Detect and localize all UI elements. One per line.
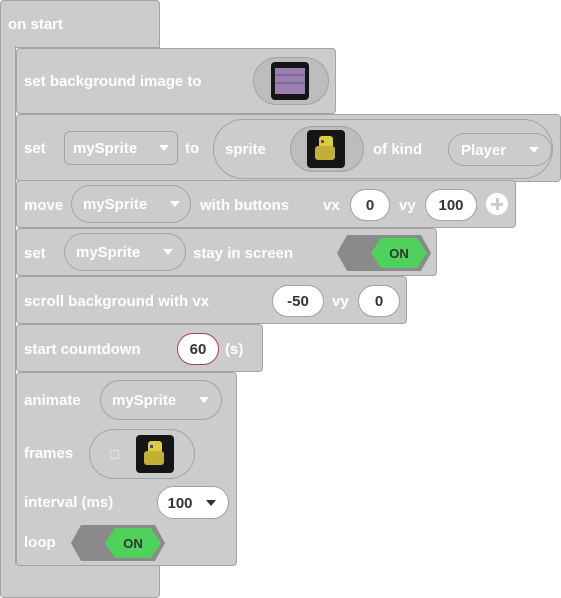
toggle-label: ON <box>389 246 409 261</box>
frames-picker[interactable] <box>89 429 195 479</box>
set-label: set <box>24 245 46 262</box>
chevron-down-icon <box>170 201 180 207</box>
start-countdown-label: start countdown <box>24 341 141 358</box>
stay-in-screen-toggle[interactable]: ON <box>337 235 431 271</box>
kind-dropdown-label: Player <box>461 142 507 159</box>
frames-label: frames <box>24 445 74 462</box>
vx-input[interactable]: 0 <box>350 189 390 221</box>
variable-dropdown[interactable]: mySprite <box>71 185 191 223</box>
move-block[interactable]: move mySprite with buttons vx 0 vy 100 <box>16 180 516 228</box>
chevron-down-icon <box>206 500 216 506</box>
chevron-down-icon <box>529 147 539 153</box>
countdown-input[interactable]: 60 <box>177 333 219 365</box>
interval-label: interval (ms) <box>24 494 114 511</box>
countdown-value: 60 <box>189 341 207 358</box>
sprite-of-kind-block[interactable]: sprite of kind Player <box>213 119 553 179</box>
seconds-unit-label: (s) <box>225 341 244 358</box>
loop-toggle[interactable]: ON <box>71 525 165 561</box>
scroll-background-label: scroll background with vx <box>24 293 210 310</box>
vy-input[interactable]: 100 <box>425 189 477 221</box>
scroll-background-block[interactable]: scroll background with vx -50 vy 0 <box>16 276 407 324</box>
interval-dropdown[interactable]: 100 <box>157 486 229 519</box>
player-sprite-thumbnail <box>307 130 345 168</box>
variable-dropdown[interactable]: mySprite <box>64 233 186 271</box>
with-buttons-label: with buttons <box>200 197 290 214</box>
variable-dropdown-label: mySprite <box>76 244 141 261</box>
to-label: to <box>185 140 200 157</box>
small-square-icon[interactable] <box>110 450 119 459</box>
start-countdown-block[interactable]: start countdown 60 (s) <box>16 324 263 372</box>
on-start-footer <box>0 564 160 598</box>
sprite-image-picker[interactable] <box>290 126 364 172</box>
animate-block[interactable]: animate mySprite frames interval (ms) 10… <box>16 372 237 566</box>
vy-label: vy <box>332 293 349 310</box>
plus-circle-icon[interactable] <box>486 193 508 215</box>
stay-in-screen-block[interactable]: set mySprite stay in screen ON <box>16 228 437 276</box>
chevron-down-icon <box>199 397 209 403</box>
set-sprite-block[interactable]: set mySprite to sprite of kind Player <box>16 114 561 182</box>
vx-label: vx <box>323 197 340 214</box>
variable-dropdown-label: mySprite <box>83 196 148 213</box>
variable-dropdown-label: mySprite <box>112 392 177 409</box>
vy-input[interactable]: 0 <box>358 285 400 317</box>
on-start-body <box>0 46 16 566</box>
loop-label: loop <box>24 534 56 551</box>
variable-dropdown[interactable]: mySprite <box>64 131 178 165</box>
set-label: set <box>24 140 46 157</box>
variable-dropdown-label: mySprite <box>73 140 138 157</box>
vy-label: vy <box>399 197 416 214</box>
vx-value: -50 <box>287 293 309 310</box>
interval-value: 100 <box>167 495 193 512</box>
background-image-thumbnail <box>271 62 309 100</box>
background-image-picker[interactable] <box>253 57 329 105</box>
vx-input[interactable]: -50 <box>272 285 324 317</box>
toggle-label: ON <box>123 536 143 551</box>
sprite-label: sprite <box>225 141 266 158</box>
set-background-label: set background image to <box>24 73 202 90</box>
stay-in-screen-label: stay in screen <box>193 245 294 262</box>
kind-dropdown[interactable]: Player <box>448 133 552 166</box>
player-frame-thumbnail <box>136 435 174 473</box>
on-start-label: on start <box>8 16 64 33</box>
variable-dropdown[interactable]: mySprite <box>100 380 222 420</box>
chevron-down-icon <box>163 249 173 255</box>
set-background-block[interactable]: set background image to <box>16 48 336 114</box>
vx-value: 0 <box>365 197 375 214</box>
vy-value: 100 <box>438 197 464 214</box>
move-label: move <box>24 197 64 214</box>
of-kind-label: of kind <box>373 141 423 158</box>
animate-label: animate <box>24 392 81 409</box>
chevron-down-icon <box>159 145 169 151</box>
vy-value: 0 <box>374 293 384 310</box>
